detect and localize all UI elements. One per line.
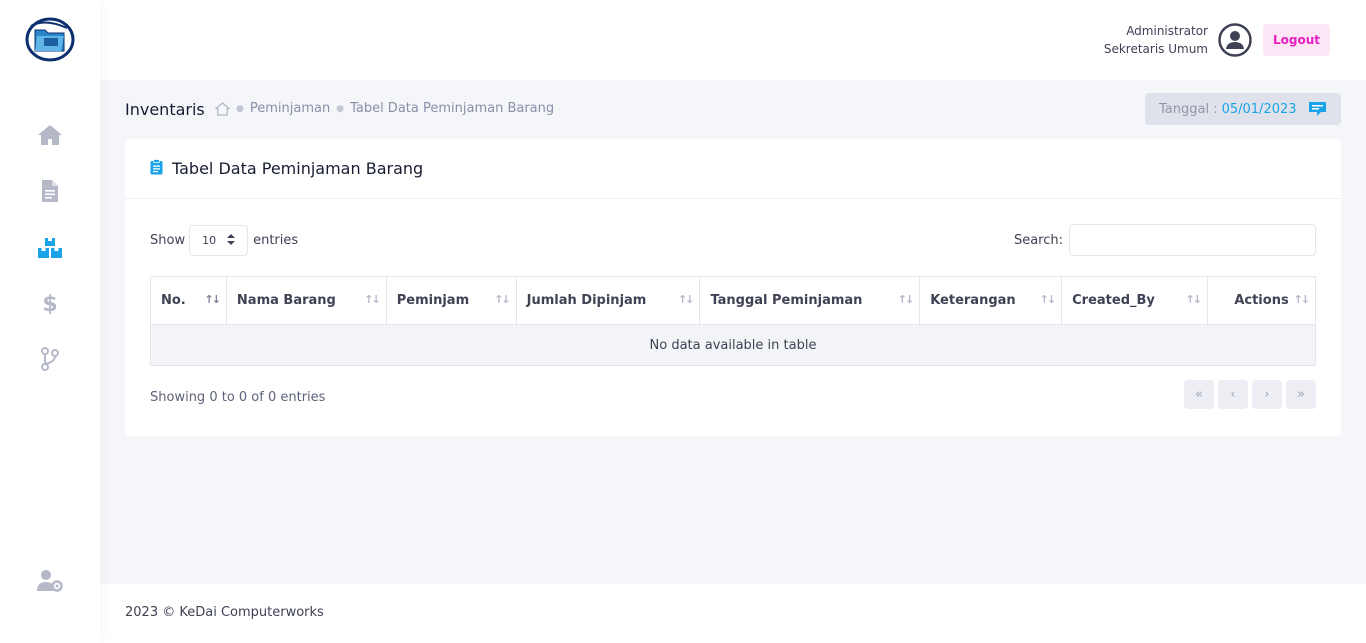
user-circle-icon	[1218, 23, 1252, 61]
date-value: 05/01/2023	[1221, 101, 1297, 117]
column-header-no[interactable]: No. ↑↓	[150, 276, 227, 325]
card-header: Tabel Data Peminjaman Barang	[125, 139, 1341, 199]
column-header-created-by[interactable]: Created_By ↑↓	[1061, 276, 1209, 325]
table-header-row: No. ↑↓ Nama Barang ↑↓ Peminjam ↑↓ Jumlah Di…	[150, 276, 1316, 325]
entries-label: entries	[253, 233, 299, 248]
column-header-nama-barang[interactable]: Nama Barang ↑↓	[225, 276, 387, 325]
column-header-keterangan[interactable]: Keterangan ↑↓	[919, 276, 1063, 325]
user-role: Sekretaris Umum	[1103, 42, 1208, 56]
logout-button[interactable]: Logout	[1263, 24, 1330, 56]
pagination: « ‹ › »	[1184, 380, 1316, 409]
clipboard-icon	[150, 158, 163, 179]
show-label: Show	[150, 233, 186, 248]
sidebar-item-documents[interactable]	[36, 177, 64, 205]
column-header-peminjam[interactable]: Peminjam ↑↓	[385, 276, 517, 325]
document-icon	[41, 179, 59, 203]
card-title: Tabel Data Peminjaman Barang	[172, 159, 424, 178]
column-label: Jumlah Dipinjam	[526, 293, 647, 308]
data-table: No. ↑↓ Nama Barang ↑↓ Peminjam ↑↓ Jumlah Di…	[150, 276, 1316, 366]
breadcrumb-separator: ●	[336, 103, 345, 114]
user-info: Administrator Sekretaris Umum	[1104, 22, 1208, 58]
sidebar-item-keuangan[interactable]: $	[36, 289, 64, 317]
boxes-icon	[37, 237, 63, 259]
double-chevron-right-icon: »	[1297, 387, 1305, 402]
column-label: Actions	[1234, 293, 1289, 308]
sort-icon: ↑↓	[1039, 293, 1057, 306]
select-arrows-icon	[227, 233, 236, 248]
sort-icon: ↑↓	[1293, 293, 1311, 306]
chevron-right-icon: ›	[1264, 387, 1270, 402]
sidebar-item-home[interactable]	[36, 121, 64, 149]
next-page-button[interactable]: ›	[1252, 380, 1282, 409]
footer-copyright: 2023 © KeDai Computerworks	[125, 605, 324, 620]
search-control: Search:	[1014, 224, 1316, 256]
double-chevron-left-icon: «	[1195, 387, 1203, 402]
app-logo[interactable]	[25, 17, 75, 62]
date-label: Tanggal :	[1159, 101, 1218, 117]
date-badge: Tanggal : 05/01/2023	[1145, 93, 1341, 125]
last-page-button[interactable]: »	[1286, 380, 1316, 409]
sidebar-item-user-settings[interactable]	[36, 567, 64, 595]
sidebar: $	[0, 0, 100, 643]
chevron-left-icon: ‹	[1230, 387, 1236, 402]
table-info: Showing 0 to 0 of 0 entries	[150, 390, 326, 405]
column-header-jumlah-dipinjam[interactable]: Jumlah Dipinjam ↑↓	[515, 276, 701, 325]
previous-page-button[interactable]: ‹	[1218, 380, 1248, 409]
user-avatar[interactable]	[1218, 23, 1252, 57]
column-header-actions[interactable]: Actions ↑↓	[1207, 276, 1316, 325]
breadcrumb: ● Peminjaman ● Tabel Data Peminjaman Bar…	[215, 101, 554, 116]
column-label: Peminjam	[396, 293, 470, 308]
user-settings-icon	[36, 569, 64, 593]
search-label: Search:	[1013, 232, 1063, 248]
column-label: Tanggal Peminjaman	[710, 293, 863, 308]
table-row-empty: No data available in table	[150, 324, 1316, 366]
sort-icon: ↑↓	[1185, 293, 1203, 306]
sidebar-item-inventaris[interactable]	[36, 234, 64, 262]
breadcrumb-item-current: Tabel Data Peminjaman Barang	[350, 101, 555, 116]
column-header-tanggal-peminjaman[interactable]: Tanggal Peminjaman ↑↓	[699, 276, 921, 325]
sort-icon: ↑↓	[364, 293, 381, 306]
home-icon	[37, 124, 63, 146]
breadcrumb-item-peminjaman[interactable]: Peminjaman	[250, 101, 330, 116]
sort-icon: ↑↓	[494, 293, 511, 306]
top-header: Administrator Sekretaris Umum Logout	[100, 0, 1366, 80]
dollar-icon: $	[42, 291, 58, 315]
entries-select-value: 10	[202, 234, 217, 247]
breadcrumb-separator: ●	[236, 103, 244, 114]
comment-icon	[1308, 101, 1327, 121]
sort-icon: ↑↓	[897, 293, 915, 306]
column-label: Nama Barang	[236, 293, 336, 308]
column-label: Created_By	[1072, 293, 1155, 308]
branch-icon	[40, 347, 60, 371]
sidebar-item-branch[interactable]	[36, 345, 64, 373]
user-name: Administrator	[1126, 24, 1208, 38]
column-label: No.	[161, 293, 186, 308]
data-table-card: Tabel Data Peminjaman Barang Show 10 ent…	[125, 139, 1341, 436]
empty-table-message: No data available in table	[150, 324, 1316, 366]
entries-select[interactable]: 10	[189, 225, 249, 256]
length-control: Show 10 entries	[150, 225, 298, 256]
sort-asc-icon: ↑↓	[204, 293, 221, 306]
search-input[interactable]	[1069, 224, 1316, 256]
sort-icon: ↑↓	[678, 293, 695, 306]
column-label: Keterangan	[930, 293, 1016, 308]
svg-text:$: $	[42, 292, 57, 315]
page-title: Inventaris	[125, 100, 205, 119]
breadcrumb-home-icon[interactable]	[215, 101, 230, 116]
first-page-button[interactable]: «	[1184, 380, 1214, 409]
footer: 2023 © KeDai Computerworks	[100, 584, 1366, 643]
